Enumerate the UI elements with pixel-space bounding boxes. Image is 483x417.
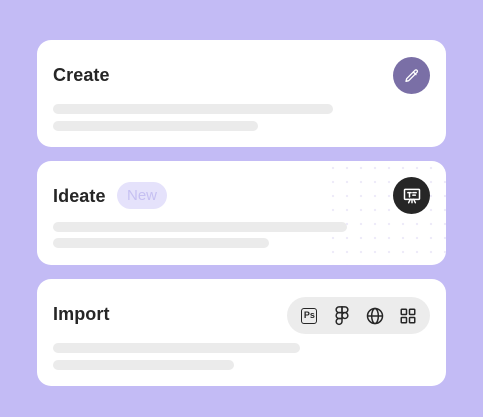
- photoshop-label: Ps: [301, 307, 318, 324]
- import-card[interactable]: Import Ps: [37, 279, 446, 386]
- skeleton-line: [53, 238, 269, 248]
- import-sources-pill: Ps: [287, 297, 430, 334]
- dot-pattern: [326, 161, 446, 265]
- pencil-icon[interactable]: [393, 57, 430, 94]
- presentation-board-icon[interactable]: [393, 177, 430, 214]
- card-title: Ideate: [53, 186, 106, 206]
- photoshop-icon[interactable]: Ps: [297, 304, 321, 328]
- skeleton-line: [53, 360, 234, 370]
- create-card[interactable]: Create: [37, 40, 446, 147]
- card-title: Create: [53, 65, 110, 85]
- skeleton-line: [53, 343, 300, 353]
- card-title: Import: [53, 304, 110, 324]
- figma-icon[interactable]: [330, 304, 354, 328]
- ideate-card[interactable]: Ideate New: [37, 161, 446, 265]
- globe-icon[interactable]: [363, 304, 387, 328]
- skeleton-line: [53, 222, 347, 232]
- skeleton-line: [53, 121, 258, 131]
- new-badge: New: [117, 182, 168, 209]
- skeleton-line: [53, 104, 333, 114]
- grid-apps-icon[interactable]: [396, 304, 420, 328]
